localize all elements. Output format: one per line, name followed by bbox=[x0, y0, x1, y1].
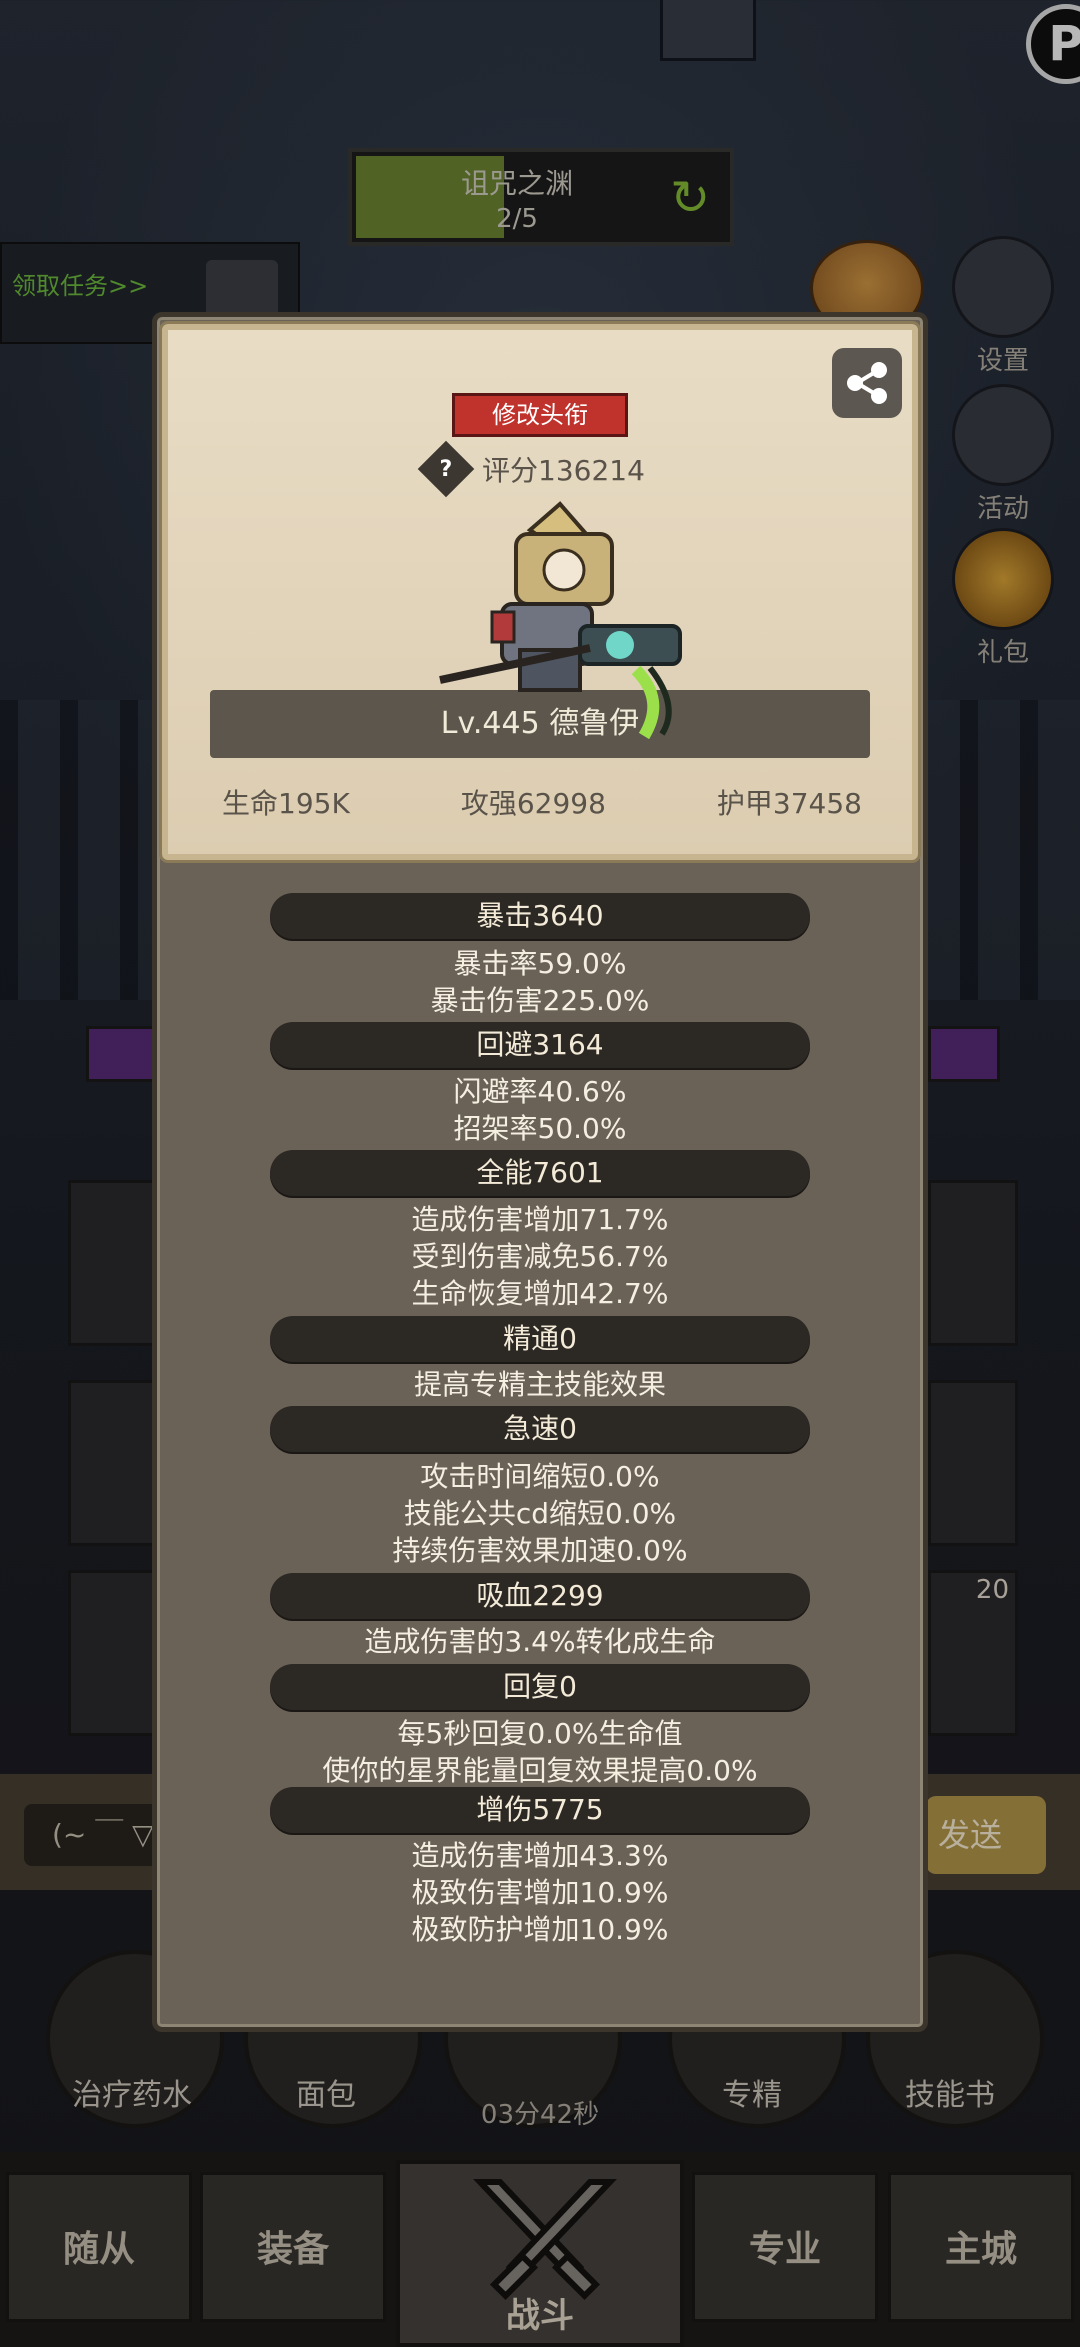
astral-regen-line: 使你的星界能量回复效果提高0.0% bbox=[322, 1754, 758, 1787]
damage-increase-line: 造成伤害增加71.7% bbox=[411, 1203, 669, 1236]
lifesteal-line: 造成伤害的3.4%转化成生命 bbox=[364, 1625, 716, 1658]
lifesteal-header: 吸血2299 bbox=[270, 1573, 810, 1619]
damage-reduction-line: 受到伤害减免56.7% bbox=[411, 1240, 669, 1273]
attack-power-stat: 攻强62998 bbox=[460, 787, 606, 820]
hero-avatar bbox=[439, 501, 682, 740]
haste-header: 急速0 bbox=[270, 1406, 810, 1452]
score-row: ? 评分136214 bbox=[417, 440, 645, 498]
dodge-rate-line: 闪避率40.6% bbox=[453, 1075, 627, 1108]
help-icon[interactable]: ? bbox=[417, 440, 475, 498]
damage-bonus-header: 增伤5775 bbox=[270, 1787, 810, 1833]
parry-rate-line: 招架率50.0% bbox=[453, 1112, 627, 1145]
score-value: 评分136214 bbox=[482, 454, 645, 487]
crit-rate-line: 暴击率59.0% bbox=[453, 947, 627, 980]
share-button[interactable] bbox=[832, 348, 902, 418]
base-stats: 生命195K 攻强62998 护甲37458 bbox=[222, 782, 862, 822]
extreme-defense-line: 极致防护增加10.9% bbox=[411, 1913, 669, 1946]
attack-time-line: 攻击时间缩短0.0% bbox=[420, 1460, 660, 1493]
regen-per-5s-line: 每5秒回复0.0%生命值 bbox=[397, 1717, 683, 1750]
regen-header: 回复0 bbox=[270, 1664, 810, 1710]
crit-damage-line: 暴击伤害225.0% bbox=[430, 984, 650, 1017]
armor-stat: 护甲37458 bbox=[716, 787, 862, 820]
change-title-button[interactable]: 修改头衔 bbox=[452, 393, 628, 437]
dot-speed-line: 持续伤害效果加速0.0% bbox=[392, 1534, 688, 1567]
avoidance-header: 回避3164 bbox=[270, 1022, 810, 1068]
hp-stat: 生命195K bbox=[222, 787, 350, 820]
extreme-damage-line: 极致伤害增加10.9% bbox=[411, 1876, 669, 1909]
crit-header: 暴击3640 bbox=[270, 893, 810, 939]
mastery-header: 精通0 bbox=[270, 1316, 810, 1362]
versatility-header: 全能7601 bbox=[270, 1150, 810, 1196]
share-icon bbox=[847, 362, 887, 404]
healing-increase-line: 生命恢复增加42.7% bbox=[411, 1277, 669, 1310]
global-cd-line: 技能公共cd缩短0.0% bbox=[403, 1497, 677, 1530]
mastery-line: 提高专精主技能效果 bbox=[413, 1368, 666, 1401]
damage-bonus-line: 造成伤害增加43.3% bbox=[411, 1839, 669, 1872]
